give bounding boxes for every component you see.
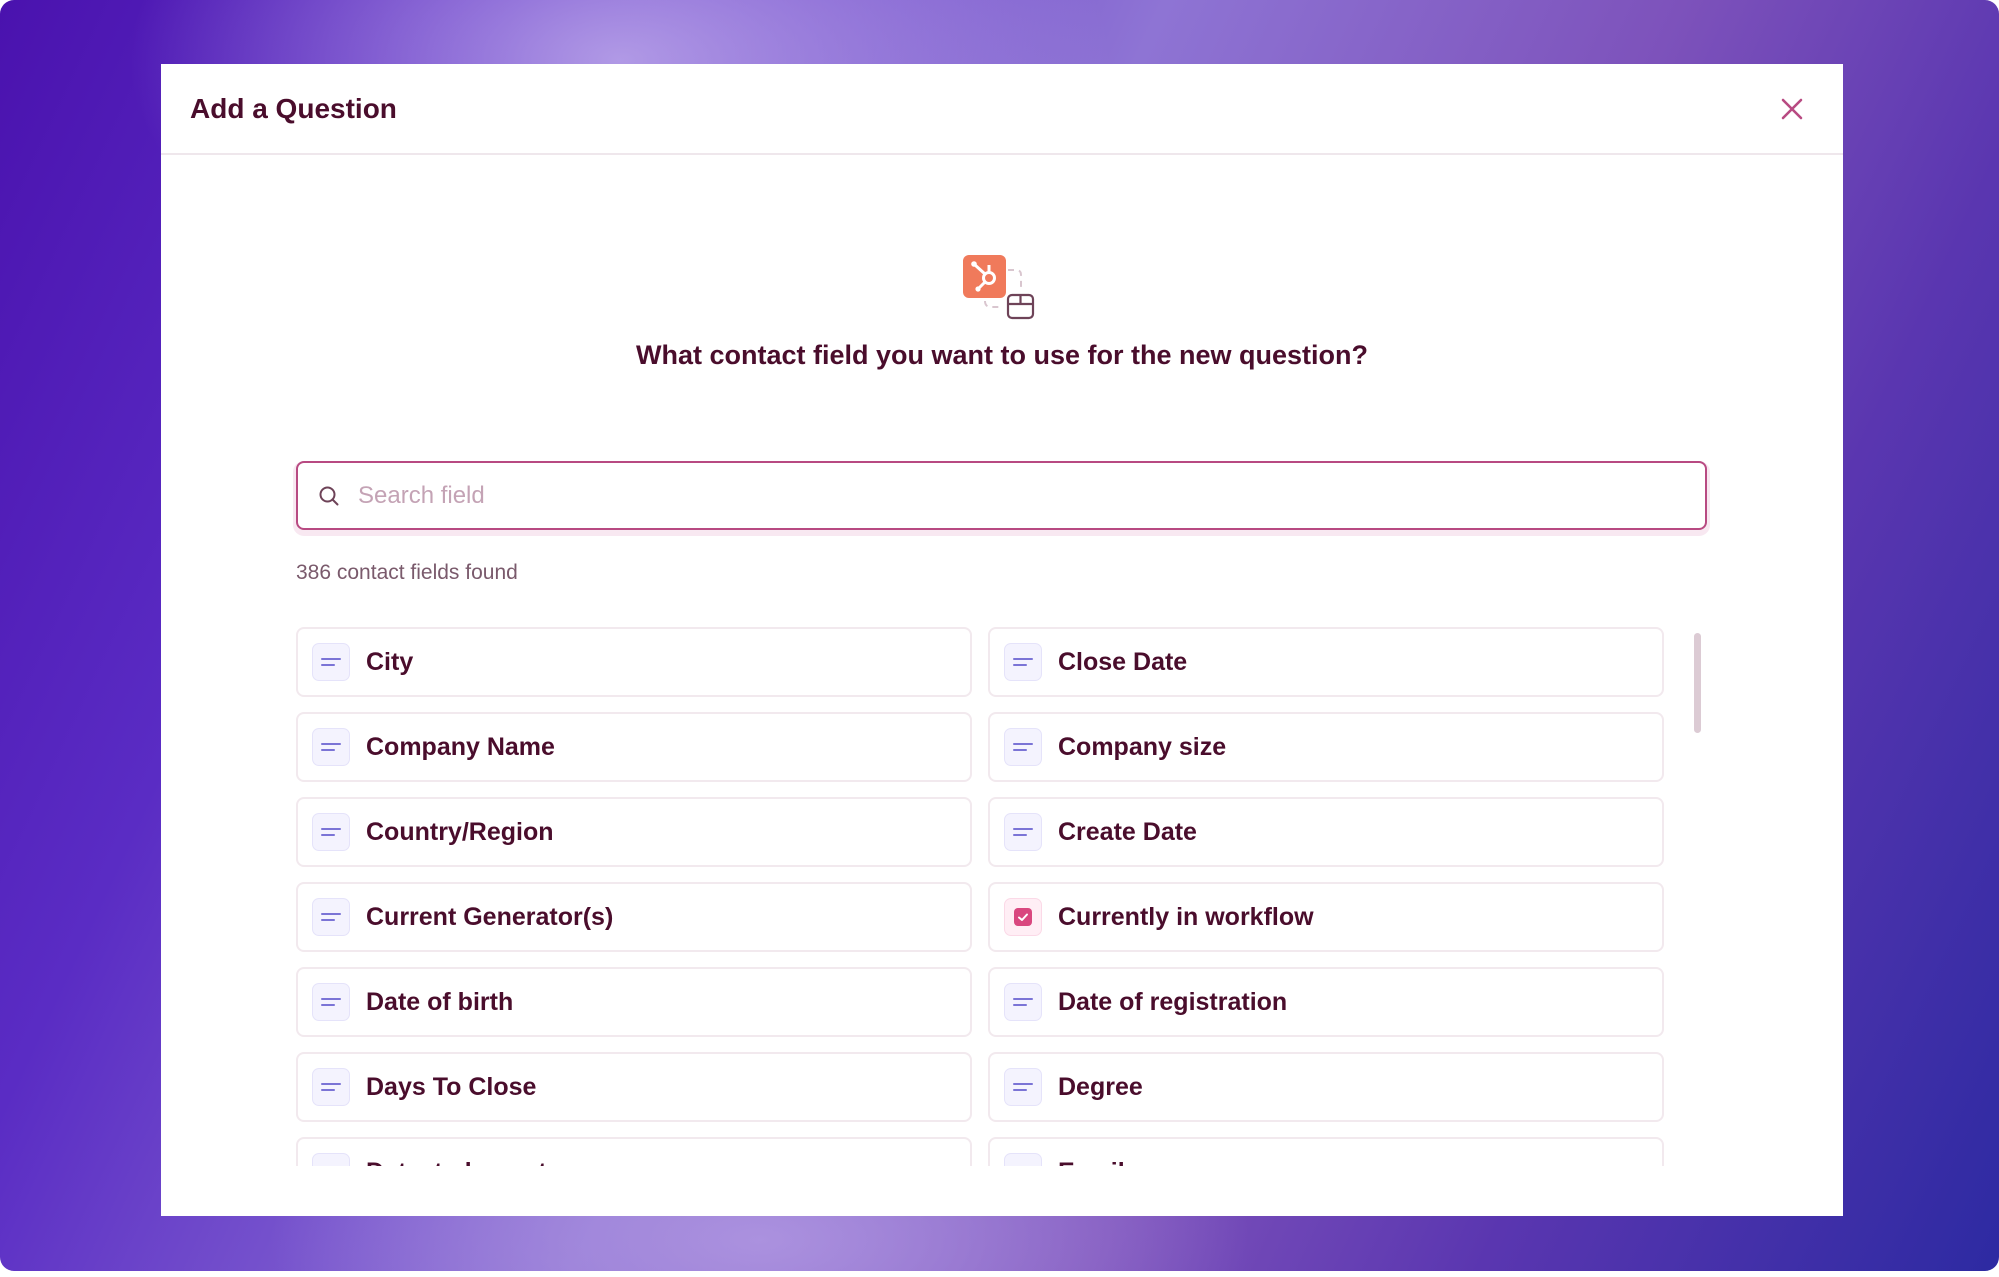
hubspot-icon (963, 255, 1006, 298)
field-option-create-date[interactable]: Create Date (988, 797, 1664, 867)
field-option-current-generator-s[interactable]: Current Generator(s) (296, 882, 972, 952)
field-grid: City Close Date Company Name Company siz… (296, 627, 1707, 1166)
text-field-icon (1004, 983, 1042, 1021)
field-label: Country/Region (366, 817, 554, 846)
text-field-icon (312, 728, 350, 766)
results-count: 386 contact fields found (296, 561, 518, 584)
question-prompt: What contact field you want to use for t… (635, 340, 1369, 370)
field-option-date-of-registration[interactable]: Date of registration (988, 967, 1664, 1037)
close-button[interactable] (1775, 92, 1809, 126)
form-box-icon (1006, 293, 1035, 320)
field-option-company-size[interactable]: Company size (988, 712, 1664, 782)
text-field-icon (1004, 728, 1042, 766)
field-label: Company Name (366, 732, 555, 761)
field-option-city[interactable]: City (296, 627, 972, 697)
field-option-company-name[interactable]: Company Name (296, 712, 972, 782)
text-field-icon (1004, 813, 1042, 851)
field-label: City (366, 647, 414, 676)
text-field-icon (312, 898, 350, 936)
text-field-icon (312, 643, 350, 681)
field-option-close-date[interactable]: Close Date (988, 627, 1664, 697)
text-field-icon (1004, 1153, 1042, 1166)
field-label: Date of registration (1058, 987, 1288, 1016)
field-label: Date of birth (366, 987, 514, 1016)
field-label: Degree (1058, 1072, 1143, 1101)
field-label: Close Date (1058, 647, 1188, 676)
field-option-country-region[interactable]: Country/Region (296, 797, 972, 867)
field-label: Currently in workflow (1058, 902, 1314, 931)
field-option-days-to-close[interactable]: Days To Close (296, 1052, 972, 1122)
hubspot-connect-illustration (963, 255, 1035, 320)
search-input[interactable] (358, 463, 1705, 528)
search-field[interactable] (296, 461, 1707, 530)
field-list[interactable]: City Close Date Company Name Company siz… (296, 627, 1707, 1166)
field-label: Create Date (1058, 817, 1197, 846)
search-icon (319, 486, 339, 505)
field-option-email[interactable]: Email (988, 1137, 1664, 1166)
text-field-icon (1004, 1068, 1042, 1106)
field-label: Current Generator(s) (366, 902, 614, 931)
text-field-icon (1004, 643, 1042, 681)
field-label: Company size (1058, 732, 1227, 761)
modal-title: Add a Question (190, 92, 397, 124)
field-label: Email (1058, 1158, 1125, 1167)
field-option-date-of-birth[interactable]: Date of birth (296, 967, 972, 1037)
field-label: Detected country (366, 1158, 570, 1167)
text-field-icon (312, 1068, 350, 1106)
field-option-degree[interactable]: Degree (988, 1052, 1664, 1122)
field-label: Days To Close (366, 1072, 537, 1101)
field-option-currently-in-workflow[interactable]: Currently in workflow (988, 882, 1664, 952)
field-option-detected-country[interactable]: Detected country (296, 1137, 972, 1166)
text-field-icon (312, 813, 350, 851)
close-icon (1781, 98, 1803, 119)
text-field-icon (312, 983, 350, 1021)
text-field-icon (312, 1153, 350, 1166)
checkbox-icon (1004, 898, 1042, 936)
list-scrollbar[interactable] (1694, 633, 1701, 733)
modal-header: Add a Question (161, 64, 1843, 155)
add-question-modal: Add a Question What contact field you wa (161, 64, 1843, 1216)
